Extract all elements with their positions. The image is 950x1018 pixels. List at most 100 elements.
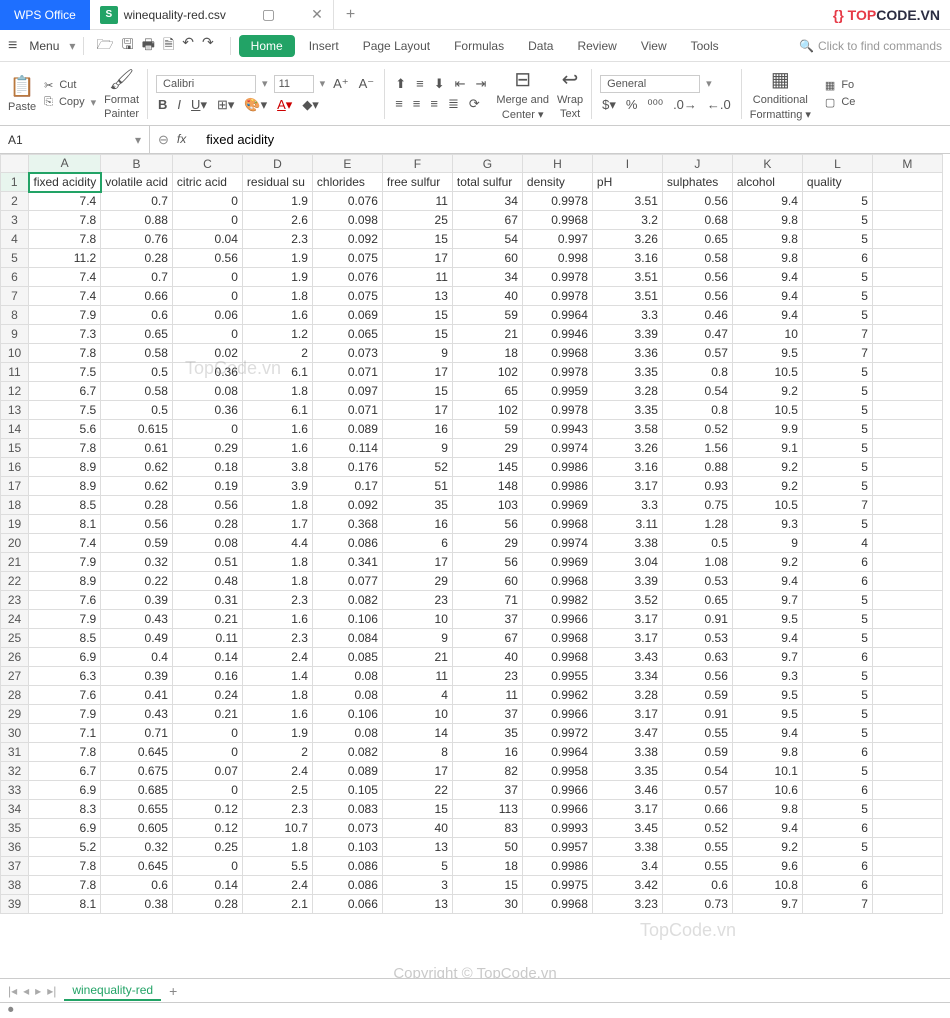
cell[interactable]: 15 <box>382 382 452 401</box>
cell[interactable]: 0.56 <box>101 515 173 534</box>
cell[interactable]: 0.092 <box>312 230 382 249</box>
row-header[interactable]: 29 <box>1 705 29 724</box>
cell[interactable] <box>872 515 942 534</box>
cell[interactable]: 0.114 <box>312 439 382 458</box>
open-icon[interactable]: 🗁 <box>96 34 113 58</box>
cell[interactable]: 0.075 <box>312 287 382 306</box>
cell[interactable]: 17 <box>382 363 452 382</box>
cell[interactable]: 6 <box>802 648 872 667</box>
cell[interactable]: 1.9 <box>242 192 312 211</box>
cell[interactable]: 0 <box>172 724 242 743</box>
cell[interactable] <box>872 382 942 401</box>
cell[interactable]: 37 <box>452 610 522 629</box>
cell[interactable]: 3.34 <box>592 667 662 686</box>
cell[interactable]: 0.9978 <box>522 401 592 420</box>
cell[interactable]: 148 <box>452 477 522 496</box>
cell[interactable]: 23 <box>382 591 452 610</box>
cell[interactable]: 7 <box>802 344 872 363</box>
align-center-icon[interactable]: ≡ <box>411 96 423 111</box>
row-header[interactable]: 27 <box>1 667 29 686</box>
cell[interactable]: 6 <box>802 743 872 762</box>
merge-center[interactable]: ⊟ Merge and Center ▾ <box>496 67 549 121</box>
cell[interactable]: 0.083 <box>312 800 382 819</box>
name-box[interactable]: A1 ▾ <box>0 126 150 153</box>
row-header[interactable]: 28 <box>1 686 29 705</box>
cell[interactable]: 10 <box>732 325 802 344</box>
cell[interactable]: 11 <box>382 192 452 211</box>
cell[interactable]: 0.9978 <box>522 192 592 211</box>
cell[interactable]: 9 <box>732 534 802 553</box>
cell[interactable]: 0.88 <box>101 211 173 230</box>
row-header[interactable]: 7 <box>1 287 29 306</box>
row-header[interactable]: 11 <box>1 363 29 382</box>
cell[interactable]: 0.9968 <box>522 515 592 534</box>
tab-insert[interactable]: Insert <box>299 35 349 57</box>
cell[interactable]: 0.9982 <box>522 591 592 610</box>
cell[interactable]: 2.5 <box>242 781 312 800</box>
justify-icon[interactable]: ≣ <box>446 96 461 112</box>
row-header[interactable]: 12 <box>1 382 29 401</box>
cell[interactable]: 0.6 <box>101 876 173 895</box>
row-header[interactable]: 37 <box>1 857 29 876</box>
cell[interactable]: 0.24 <box>172 686 242 705</box>
cell[interactable]: 5 <box>802 458 872 477</box>
row-header[interactable]: 9 <box>1 325 29 344</box>
cell[interactable]: 2.6 <box>242 211 312 230</box>
cell[interactable]: 0.28 <box>172 515 242 534</box>
cell[interactable]: 5.6 <box>29 420 101 439</box>
menu-button[interactable]: Menu <box>23 37 65 55</box>
cell[interactable]: 0.52 <box>662 420 732 439</box>
column-header[interactable]: D <box>242 155 312 173</box>
cell[interactable] <box>872 401 942 420</box>
cell[interactable]: 3.17 <box>592 705 662 724</box>
row-header[interactable]: 10 <box>1 344 29 363</box>
cell[interactable]: 0.07 <box>172 762 242 781</box>
cell[interactable]: 8.5 <box>29 629 101 648</box>
cell[interactable]: 9.8 <box>732 249 802 268</box>
cell[interactable]: 0.341 <box>312 553 382 572</box>
cell[interactable]: 6.7 <box>29 382 101 401</box>
cell[interactable]: 0.9968 <box>522 211 592 230</box>
cell[interactable]: 7.4 <box>29 192 101 211</box>
cell[interactable]: 5 <box>802 420 872 439</box>
cell[interactable]: 83 <box>452 819 522 838</box>
cell[interactable]: 7.6 <box>29 591 101 610</box>
cell[interactable]: 1.56 <box>662 439 732 458</box>
cell[interactable]: 0.58 <box>662 249 732 268</box>
cell[interactable]: 0.069 <box>312 306 382 325</box>
cell[interactable]: 0.5 <box>101 401 173 420</box>
increase-decimal-icon[interactable]: .0→ <box>671 97 699 112</box>
cell[interactable]: 0.106 <box>312 610 382 629</box>
cell[interactable]: 54 <box>452 230 522 249</box>
cell[interactable]: 1.8 <box>242 572 312 591</box>
cell[interactable]: 9.2 <box>732 458 802 477</box>
tab-page-layout[interactable]: Page Layout <box>353 35 440 57</box>
cell[interactable]: 0.082 <box>312 743 382 762</box>
cell[interactable]: 9.4 <box>732 629 802 648</box>
cell[interactable]: 0.62 <box>101 458 173 477</box>
row-header[interactable]: 35 <box>1 819 29 838</box>
cell[interactable]: 10.1 <box>732 762 802 781</box>
fill-color-button[interactable]: 🎨▾ <box>242 97 269 113</box>
column-header[interactable]: F <box>382 155 452 173</box>
cell[interactable]: 0.53 <box>662 572 732 591</box>
cell[interactable]: 0.997 <box>522 230 592 249</box>
cell[interactable]: 102 <box>452 363 522 382</box>
cell[interactable]: 9.7 <box>732 591 802 610</box>
cell[interactable]: 0.8 <box>662 363 732 382</box>
cell[interactable]: 0.9968 <box>522 629 592 648</box>
cell[interactable]: 9.6 <box>732 857 802 876</box>
cell[interactable]: 3.42 <box>592 876 662 895</box>
cell[interactable]: 0.9978 <box>522 363 592 382</box>
cell[interactable]: 6 <box>802 876 872 895</box>
cell[interactable] <box>872 553 942 572</box>
cell[interactable]: 0.9964 <box>522 743 592 762</box>
row-header[interactable]: 6 <box>1 268 29 287</box>
cell[interactable]: 5.2 <box>29 838 101 857</box>
cell[interactable]: 25 <box>382 211 452 230</box>
cell[interactable]: 9.3 <box>732 667 802 686</box>
cell[interactable]: 71 <box>452 591 522 610</box>
cell[interactable]: 9.4 <box>732 192 802 211</box>
cell[interactable]: 0.04 <box>172 230 242 249</box>
cell[interactable]: 10 <box>382 705 452 724</box>
